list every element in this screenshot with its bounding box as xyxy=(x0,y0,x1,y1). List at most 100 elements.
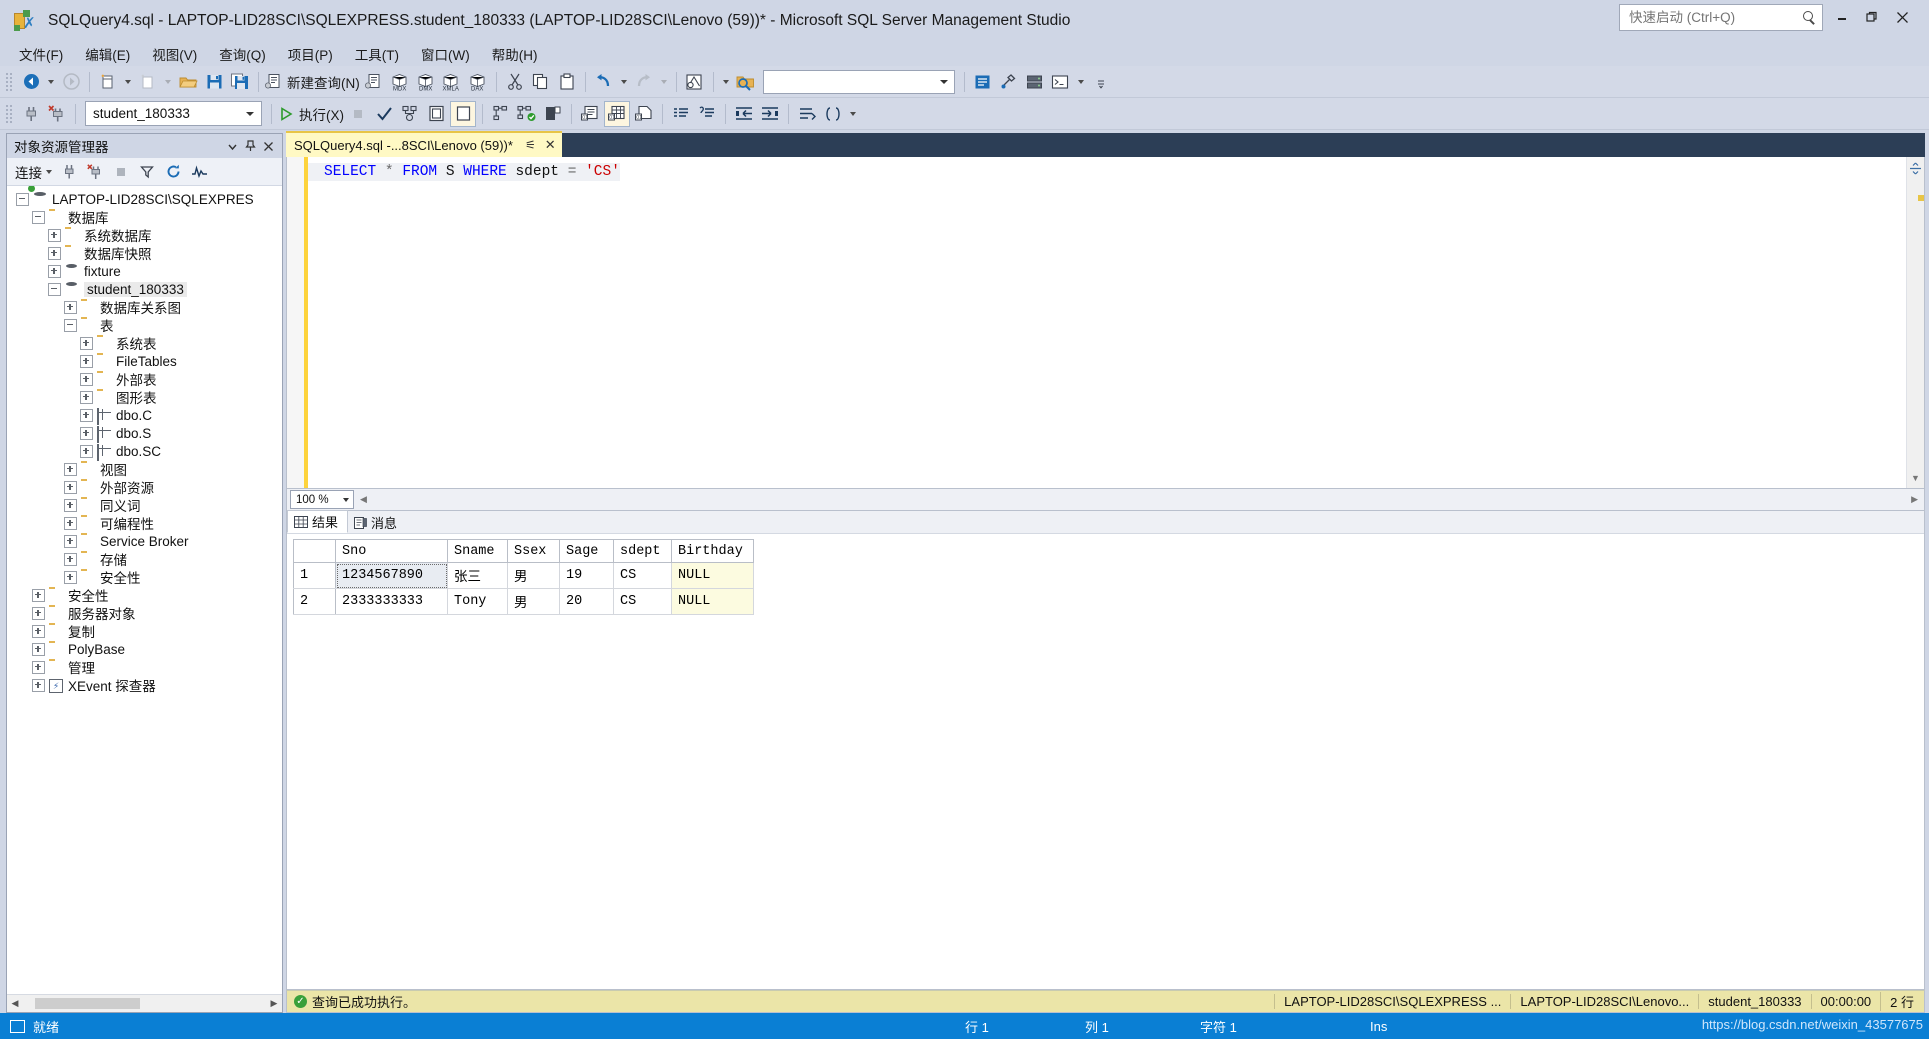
expand-icon[interactable] xyxy=(32,588,45,602)
expand-icon[interactable] xyxy=(80,426,93,440)
object-explorer-hscrollbar[interactable]: ◀ ▶ xyxy=(7,994,282,1012)
tree-node[interactable]: fixture xyxy=(7,262,282,280)
menu-query[interactable]: 查询(Q) xyxy=(208,41,277,67)
tree-node[interactable]: 数据库关系图 xyxy=(7,298,282,316)
grid-cell[interactable]: NULL xyxy=(671,562,754,589)
solution-explorer-icon[interactable] xyxy=(683,70,707,94)
menu-window[interactable]: 窗口(W) xyxy=(410,41,481,67)
grid-cell[interactable]: 男 xyxy=(507,588,560,615)
grid-cell[interactable]: 1234567890 xyxy=(335,562,448,589)
grid-cell[interactable]: NULL xyxy=(671,588,754,615)
expand-icon[interactable] xyxy=(48,246,61,260)
toolbar-options-icon[interactable] xyxy=(1089,70,1113,94)
close-button[interactable] xyxy=(1887,1,1917,33)
results-to-text-icon[interactable]: 01 xyxy=(578,102,602,126)
column-header[interactable]: Sname xyxy=(447,539,508,563)
chevron-down-icon[interactable] xyxy=(246,111,254,116)
tree-node[interactable]: 服务器对象 xyxy=(7,604,282,622)
grid-cell[interactable]: CS xyxy=(613,562,672,589)
tree-node[interactable]: 管理 xyxy=(7,658,282,676)
table-row[interactable]: 2 2333333333 Tony 男 20 CS NULL xyxy=(293,588,754,615)
parse-check-icon[interactable] xyxy=(372,102,396,126)
cut-icon[interactable] xyxy=(503,70,527,94)
editor-vscrollbar[interactable]: ▼ xyxy=(1906,157,1924,488)
tab-results[interactable]: 结果 xyxy=(287,510,349,533)
new-project-dropdown-icon[interactable] xyxy=(125,79,131,84)
new-query-button[interactable]: 新建查询(N) xyxy=(265,70,360,94)
tree-node[interactable]: LAPTOP-LID28SCI\SQLEXPRES xyxy=(7,190,282,208)
grid-cell[interactable]: 男 xyxy=(507,562,560,589)
expand-icon[interactable] xyxy=(80,444,93,458)
collapse-icon[interactable] xyxy=(64,318,77,332)
include-client-statistics-icon[interactable] xyxy=(489,102,513,126)
expand-icon[interactable] xyxy=(64,534,77,548)
new-analysis-query-icon[interactable] xyxy=(362,70,386,94)
tree-node[interactable]: dbo.C xyxy=(7,406,282,425)
editor-code-area[interactable]: SELECT * FROM S WHERE sdept = 'CS' xyxy=(308,157,1906,488)
pin-icon[interactable]: ⚟ xyxy=(525,138,536,152)
connect-dropdown-button[interactable]: 连接 xyxy=(15,162,56,182)
display-estimated-plan-icon[interactable] xyxy=(398,102,422,126)
close-icon[interactable] xyxy=(259,141,277,152)
expand-icon[interactable] xyxy=(64,552,77,566)
expand-icon[interactable] xyxy=(48,228,61,242)
grid-cell[interactable]: Tony xyxy=(447,588,508,615)
disconnect-object-explorer-icon[interactable] xyxy=(83,161,107,183)
collapse-icon[interactable] xyxy=(16,192,29,206)
tree-node[interactable]: student_180333 xyxy=(7,280,282,298)
new-mdx-query-icon[interactable]: MDX xyxy=(388,70,412,94)
tab-messages[interactable]: 消息 xyxy=(348,512,406,533)
tree-node[interactable]: 系统表 xyxy=(7,334,282,352)
new-xmla-query-icon[interactable]: XMLA xyxy=(440,70,464,94)
sql-editor[interactable]: SELECT * FROM S WHERE sdept = 'CS' ▼ xyxy=(286,157,1925,489)
row-number[interactable]: 2 xyxy=(293,588,336,615)
tree-node[interactable]: 表 xyxy=(7,316,282,334)
navigate-back-icon[interactable] xyxy=(19,70,43,94)
tree-node[interactable]: 外部资源 xyxy=(7,478,282,496)
expand-icon[interactable] xyxy=(32,678,45,692)
expand-icon[interactable] xyxy=(32,660,45,674)
scroll-right-icon[interactable]: ▶ xyxy=(266,998,282,1009)
connect-object-explorer-icon[interactable] xyxy=(57,161,81,183)
zoom-level-selector[interactable]: 100 % xyxy=(290,490,354,509)
save-icon[interactable] xyxy=(202,70,226,94)
toolbar-grip[interactable] xyxy=(5,72,14,91)
copy-icon[interactable] xyxy=(529,70,553,94)
tree-node[interactable]: 同义词 xyxy=(7,496,282,514)
insert-snippet-icon[interactable] xyxy=(795,102,819,126)
column-header[interactable]: Ssex xyxy=(507,539,560,563)
grid-cell[interactable]: 2333333333 xyxy=(335,588,448,615)
increase-indent-icon[interactable] xyxy=(758,102,782,126)
add-item-dropdown-icon[interactable] xyxy=(165,79,171,84)
tree-node[interactable]: 复制 xyxy=(7,622,282,640)
save-all-icon[interactable] xyxy=(228,70,252,94)
tree-node[interactable]: dbo.S xyxy=(7,424,282,443)
scroll-left-icon[interactable]: ◀ xyxy=(7,998,23,1009)
quick-launch-input[interactable] xyxy=(1627,9,1801,26)
tree-node[interactable]: 图形表 xyxy=(7,388,282,406)
navigate-back-dropdown-icon[interactable] xyxy=(48,79,54,84)
expand-icon[interactable] xyxy=(64,516,77,530)
live-query-stats-icon[interactable] xyxy=(515,102,539,126)
toolbar-grip[interactable] xyxy=(5,104,14,123)
refresh-icon[interactable] xyxy=(161,161,185,183)
tree-node[interactable]: 存储 xyxy=(7,550,282,568)
restore-button[interactable] xyxy=(1857,1,1887,33)
collapse-icon[interactable] xyxy=(32,210,45,224)
table-row[interactable]: 1 1234567890 张三男 19 CS NULL xyxy=(293,562,754,589)
expand-icon[interactable] xyxy=(80,354,93,368)
new-dax-query-icon[interactable]: DAX xyxy=(466,70,490,94)
expand-icon[interactable] xyxy=(32,606,45,620)
pin-icon[interactable] xyxy=(241,140,259,152)
quick-launch-box[interactable] xyxy=(1619,4,1823,31)
disconnect-icon[interactable] xyxy=(45,102,69,126)
expand-icon[interactable] xyxy=(64,300,77,314)
undo-dropdown-icon[interactable] xyxy=(620,79,627,84)
expand-icon[interactable] xyxy=(64,498,77,512)
column-header[interactable]: sdept xyxy=(613,539,672,563)
tree-node[interactable]: Service Broker xyxy=(7,532,282,550)
collapse-icon[interactable] xyxy=(48,282,61,296)
expand-icon[interactable] xyxy=(80,372,93,386)
sql-cmd-mode-icon[interactable] xyxy=(541,102,565,126)
expand-icon[interactable] xyxy=(32,642,45,656)
